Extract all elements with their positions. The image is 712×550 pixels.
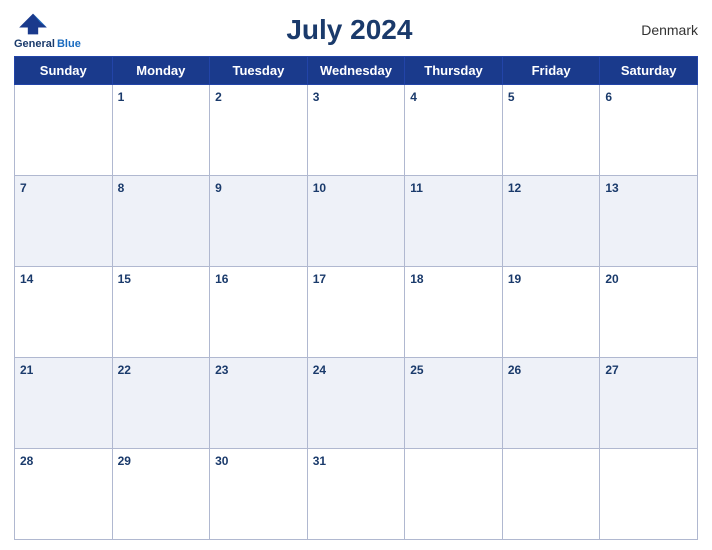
day-number: 20 xyxy=(605,272,618,286)
day-number: 28 xyxy=(20,454,33,468)
calendar-cell: 13 xyxy=(600,176,698,267)
day-number: 3 xyxy=(313,90,320,104)
calendar-cell: 27 xyxy=(600,358,698,449)
calendar-cell: 20 xyxy=(600,267,698,358)
calendar-cell: 29 xyxy=(112,448,210,539)
day-number: 30 xyxy=(215,454,228,468)
calendar-page: General Blue July 2024 Denmark Sunday Mo… xyxy=(0,0,712,550)
calendar-cell xyxy=(15,85,113,176)
calendar-cell: 21 xyxy=(15,358,113,449)
day-number: 14 xyxy=(20,272,33,286)
day-number: 16 xyxy=(215,272,228,286)
col-friday: Friday xyxy=(502,57,600,85)
calendar-cell: 1 xyxy=(112,85,210,176)
calendar-cell: 25 xyxy=(405,358,503,449)
day-number: 13 xyxy=(605,181,618,195)
day-number: 8 xyxy=(118,181,125,195)
day-number: 6 xyxy=(605,90,612,104)
day-number: 25 xyxy=(410,363,423,377)
day-number: 15 xyxy=(118,272,131,286)
country-label: Denmark xyxy=(618,22,698,38)
day-number: 23 xyxy=(215,363,228,377)
calendar-cell: 16 xyxy=(210,267,308,358)
calendar-cell: 3 xyxy=(307,85,405,176)
calendar-cell: 31 xyxy=(307,448,405,539)
calendar-cell: 2 xyxy=(210,85,308,176)
col-thursday: Thursday xyxy=(405,57,503,85)
day-number: 12 xyxy=(508,181,521,195)
day-number: 29 xyxy=(118,454,131,468)
calendar-cell: 18 xyxy=(405,267,503,358)
general-blue-logo-icon xyxy=(14,10,52,38)
calendar-week-row: 14 15 16 17 18 19 20 xyxy=(15,267,698,358)
calendar-cell: 26 xyxy=(502,358,600,449)
calendar-cell: 11 xyxy=(405,176,503,267)
day-number: 9 xyxy=(215,181,222,195)
day-number: 7 xyxy=(20,181,27,195)
calendar-cell: 8 xyxy=(112,176,210,267)
calendar-cell: 24 xyxy=(307,358,405,449)
col-monday: Monday xyxy=(112,57,210,85)
day-number: 26 xyxy=(508,363,521,377)
day-number: 11 xyxy=(410,181,423,195)
calendar-header: General Blue July 2024 Denmark xyxy=(14,10,698,50)
day-number: 22 xyxy=(118,363,131,377)
col-wednesday: Wednesday xyxy=(307,57,405,85)
calendar-cell: 14 xyxy=(15,267,113,358)
calendar-cell: 23 xyxy=(210,358,308,449)
calendar-cell: 17 xyxy=(307,267,405,358)
day-number: 24 xyxy=(313,363,326,377)
calendar-cell xyxy=(502,448,600,539)
day-number: 5 xyxy=(508,90,515,104)
calendar-cell: 4 xyxy=(405,85,503,176)
col-sunday: Sunday xyxy=(15,57,113,85)
logo-text-blue: Blue xyxy=(57,38,81,50)
logo-area: General Blue xyxy=(14,10,81,50)
day-number: 17 xyxy=(313,272,326,286)
calendar-cell: 7 xyxy=(15,176,113,267)
calendar-cell xyxy=(405,448,503,539)
calendar-week-row: 28 29 30 31 xyxy=(15,448,698,539)
calendar-cell: 15 xyxy=(112,267,210,358)
calendar-title: July 2024 xyxy=(286,14,412,45)
calendar-cell: 12 xyxy=(502,176,600,267)
day-number: 4 xyxy=(410,90,417,104)
day-number: 19 xyxy=(508,272,521,286)
day-number: 1 xyxy=(118,90,125,104)
calendar-week-row: 1 2 3 4 5 6 xyxy=(15,85,698,176)
day-number: 21 xyxy=(20,363,33,377)
day-number: 18 xyxy=(410,272,423,286)
calendar-cell: 10 xyxy=(307,176,405,267)
calendar-cell: 22 xyxy=(112,358,210,449)
day-number: 27 xyxy=(605,363,618,377)
calendar-cell: 9 xyxy=(210,176,308,267)
calendar-cell: 19 xyxy=(502,267,600,358)
calendar-week-row: 7 8 9 10 11 12 13 xyxy=(15,176,698,267)
calendar-cell xyxy=(600,448,698,539)
col-tuesday: Tuesday xyxy=(210,57,308,85)
day-number: 10 xyxy=(313,181,326,195)
calendar-cell: 5 xyxy=(502,85,600,176)
calendar-cell: 28 xyxy=(15,448,113,539)
day-number: 2 xyxy=(215,90,222,104)
calendar-table: Sunday Monday Tuesday Wednesday Thursday… xyxy=(14,56,698,540)
logo-text-general: General xyxy=(14,38,55,50)
col-saturday: Saturday xyxy=(600,57,698,85)
day-number: 31 xyxy=(313,454,326,468)
calendar-title-area: July 2024 xyxy=(81,14,618,46)
weekday-header-row: Sunday Monday Tuesday Wednesday Thursday… xyxy=(15,57,698,85)
calendar-cell: 6 xyxy=(600,85,698,176)
calendar-week-row: 21 22 23 24 25 26 27 xyxy=(15,358,698,449)
calendar-cell: 30 xyxy=(210,448,308,539)
